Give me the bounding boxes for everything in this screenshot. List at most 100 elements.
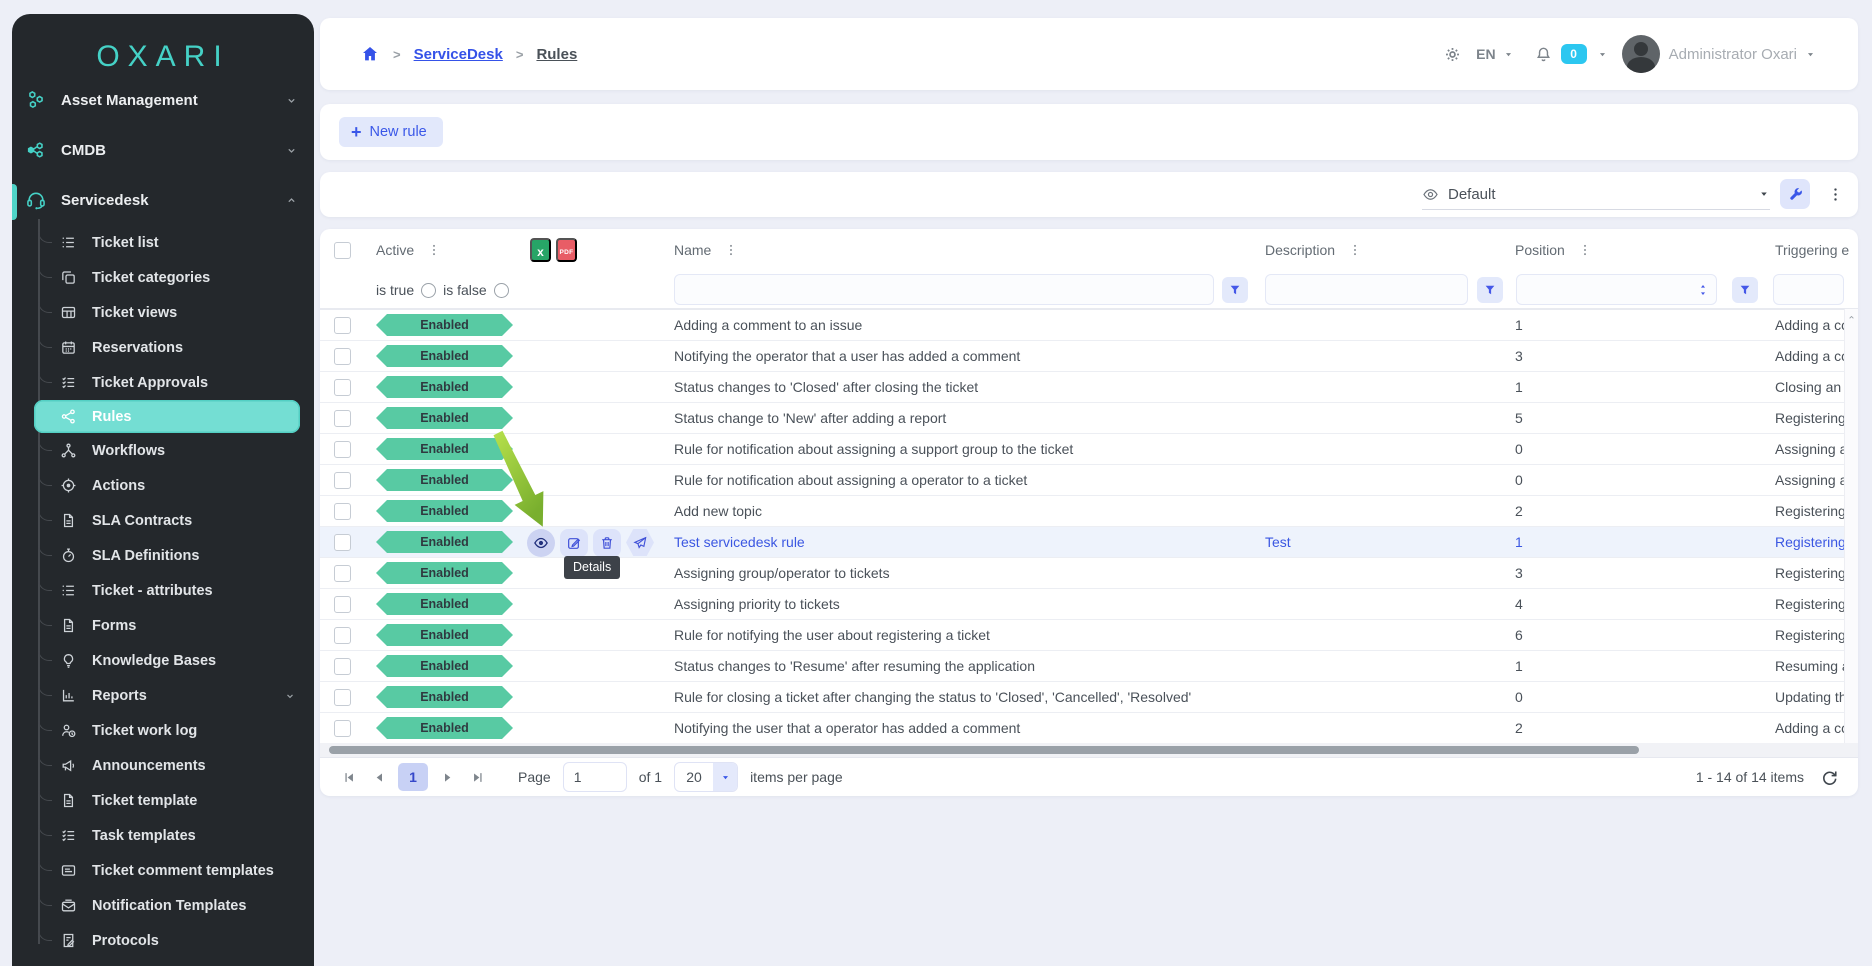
row-checkbox[interactable] bbox=[334, 720, 351, 737]
bell-icon[interactable] bbox=[1534, 45, 1553, 64]
caret-down-icon[interactable] bbox=[1503, 49, 1514, 60]
column-menu-icon[interactable] bbox=[427, 243, 441, 257]
sidebar-item[interactable]: Knowledge Bases bbox=[12, 642, 314, 678]
table-row[interactable]: Enabled Rule for notification about assi… bbox=[320, 465, 1844, 496]
sidebar-item[interactable]: Ticket list bbox=[12, 224, 314, 260]
sidebar-item[interactable]: Notification Templates bbox=[12, 887, 314, 923]
row-checkbox[interactable] bbox=[334, 317, 351, 334]
row-checkbox[interactable] bbox=[334, 379, 351, 396]
horizontal-scrollbar-track[interactable] bbox=[320, 743, 1858, 757]
row-checkbox[interactable] bbox=[334, 658, 351, 675]
sidebar-item[interactable]: Ticket Approvals bbox=[12, 364, 314, 400]
table-row[interactable]: Enabled Test servicedesk rule Test 1 Reg… bbox=[320, 527, 1844, 558]
last-page-button[interactable] bbox=[466, 765, 488, 789]
sidebar-section-cmdb[interactable]: CMDB bbox=[12, 125, 314, 175]
number-spinner-icon[interactable] bbox=[1696, 280, 1710, 300]
sidebar-item[interactable]: SLA Contracts bbox=[12, 502, 314, 538]
toolbar-menu-button[interactable] bbox=[1820, 179, 1850, 209]
table-row[interactable]: Enabled Status change to 'New' after add… bbox=[320, 403, 1844, 434]
sidebar-item[interactable]: Announcements bbox=[12, 747, 314, 783]
column-menu-icon[interactable] bbox=[724, 243, 738, 257]
sidebar-item[interactable]: Ticket comment templates bbox=[12, 852, 314, 888]
select-all-checkbox[interactable] bbox=[334, 242, 351, 259]
sidebar-item[interactable]: Reservations bbox=[12, 329, 314, 365]
column-menu-icon[interactable] bbox=[1348, 243, 1362, 257]
position-filter-button[interactable] bbox=[1732, 277, 1758, 303]
sidebar-item[interactable]: Ticket categories bbox=[12, 259, 314, 295]
sidebar-item[interactable]: SLA Definitions bbox=[12, 537, 314, 573]
edit-button[interactable] bbox=[560, 528, 588, 557]
home-icon[interactable] bbox=[360, 44, 380, 64]
avatar[interactable] bbox=[1621, 35, 1660, 73]
triggering-filter-input[interactable] bbox=[1773, 274, 1844, 305]
position-filter-input[interactable] bbox=[1516, 274, 1717, 305]
row-checkbox[interactable] bbox=[334, 410, 351, 427]
table-row[interactable]: Enabled Assigning group/operator to tick… bbox=[320, 558, 1844, 589]
table-row[interactable]: Enabled Add new topic 2 Registering bbox=[320, 496, 1844, 527]
row-checkbox[interactable] bbox=[334, 472, 351, 489]
table-row[interactable]: Enabled Notifying the operator that a us… bbox=[320, 341, 1844, 372]
table-row[interactable]: Enabled Status changes to 'Resume' after… bbox=[320, 651, 1844, 682]
name-filter-input[interactable] bbox=[674, 274, 1214, 305]
sidebar-item[interactable]: Protocols bbox=[12, 922, 314, 958]
refresh-button[interactable] bbox=[1820, 765, 1844, 789]
sidebar-section-servicedesk[interactable]: Servicedesk bbox=[12, 175, 314, 225]
sidebar-item[interactable]: Actions bbox=[12, 467, 314, 503]
description-filter-button[interactable] bbox=[1477, 277, 1503, 303]
sidebar-section-asset-management[interactable]: Asset Management bbox=[12, 75, 314, 125]
horizontal-scrollbar[interactable] bbox=[329, 746, 1639, 754]
sidebar-item[interactable]: Reports bbox=[12, 677, 314, 713]
gear-icon[interactable] bbox=[1443, 45, 1462, 64]
view-settings-button[interactable] bbox=[1780, 179, 1810, 209]
description-filter-input[interactable] bbox=[1265, 274, 1468, 305]
breadcrumb-servicedesk-link[interactable]: ServiceDesk bbox=[414, 46, 503, 63]
row-checkbox[interactable] bbox=[334, 627, 351, 644]
vertical-scrollbar[interactable] bbox=[1844, 309, 1858, 743]
sidebar-item[interactable]: Workflows bbox=[12, 432, 314, 468]
name-filter-button[interactable] bbox=[1222, 277, 1248, 303]
table-row[interactable]: Enabled Notifying the user that a operat… bbox=[320, 713, 1844, 744]
sidebar-item[interactable]: Ticket template bbox=[12, 782, 314, 818]
row-checkbox[interactable] bbox=[334, 503, 351, 520]
row-checkbox[interactable] bbox=[334, 689, 351, 706]
table-row[interactable]: Enabled Rule for notification about assi… bbox=[320, 434, 1844, 465]
sidebar-item[interactable]: Rules bbox=[34, 400, 300, 433]
caret-down-icon[interactable] bbox=[1597, 49, 1608, 60]
sidebar-item[interactable]: Ticket - attributes bbox=[12, 572, 314, 608]
language-selector[interactable]: EN bbox=[1476, 46, 1495, 62]
row-checkbox[interactable] bbox=[334, 348, 351, 365]
delete-button[interactable] bbox=[593, 528, 621, 557]
sidebar-item[interactable]: Ticket work log bbox=[12, 712, 314, 748]
caret-down-icon[interactable] bbox=[1805, 49, 1816, 60]
table-row[interactable]: Enabled Adding a comment to an issue 1 A… bbox=[320, 310, 1844, 341]
select-dropdown[interactable] bbox=[713, 763, 738, 791]
breadcrumb-current[interactable]: Rules bbox=[536, 46, 577, 63]
details-button[interactable] bbox=[527, 528, 555, 557]
row-checkbox[interactable] bbox=[334, 565, 351, 582]
sidebar-item[interactable]: Forms bbox=[12, 607, 314, 643]
column-menu-icon[interactable] bbox=[1578, 243, 1592, 257]
row-checkbox[interactable] bbox=[334, 534, 351, 551]
sidebar-item[interactable]: Ticket views bbox=[12, 294, 314, 330]
page-size-select[interactable]: 20 bbox=[674, 762, 739, 792]
view-selector[interactable]: Default bbox=[1422, 179, 1770, 210]
new-rule-button[interactable]: + New rule bbox=[339, 117, 443, 147]
table-row[interactable]: Enabled Rule for notifying the user abou… bbox=[320, 620, 1844, 651]
notification-count-badge[interactable]: 0 bbox=[1560, 44, 1587, 64]
page-number-button[interactable]: 1 bbox=[398, 763, 428, 791]
is-false-radio[interactable] bbox=[493, 282, 509, 298]
table-row[interactable]: Enabled Status changes to 'Closed' after… bbox=[320, 372, 1844, 403]
page-input[interactable] bbox=[562, 762, 627, 792]
is-true-radio[interactable] bbox=[421, 282, 437, 298]
table-row[interactable]: Enabled Assigning priority to tickets 4 … bbox=[320, 589, 1844, 620]
previous-page-button[interactable] bbox=[368, 765, 390, 789]
first-page-button[interactable] bbox=[338, 765, 360, 789]
scroll-up-arrow-icon[interactable] bbox=[1847, 313, 1856, 322]
next-page-button[interactable] bbox=[436, 765, 458, 789]
table-row[interactable]: Enabled Rule for closing a ticket after … bbox=[320, 682, 1844, 713]
send-button[interactable] bbox=[626, 529, 654, 556]
row-checkbox[interactable] bbox=[334, 596, 351, 613]
export-pdf-button[interactable]: PDF bbox=[556, 238, 577, 262]
sidebar-item[interactable]: Task templates bbox=[12, 817, 314, 853]
export-excel-button[interactable]: x bbox=[530, 238, 551, 262]
